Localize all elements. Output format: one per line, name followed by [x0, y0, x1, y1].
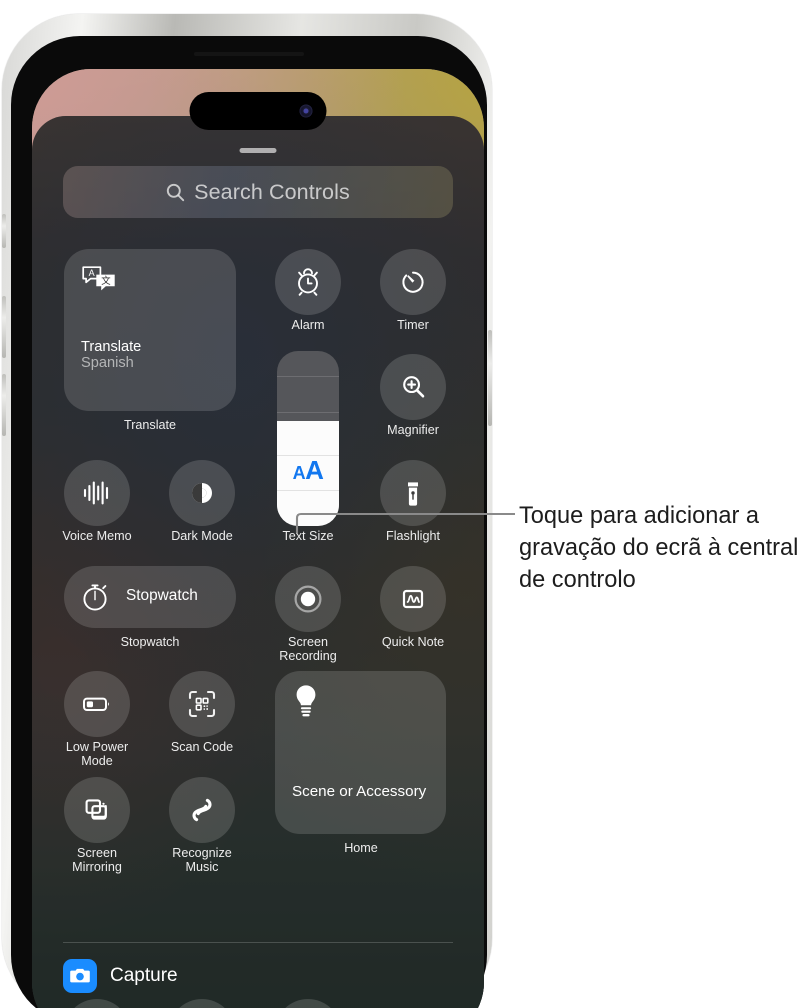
shazam-icon [186, 794, 218, 826]
callout-text: Toque para adicionar a gravação do ecrã … [519, 503, 799, 593]
screen-recording-label-line1: Screen [288, 635, 328, 649]
front-camera-icon [299, 104, 313, 118]
earpiece-speaker [194, 52, 304, 56]
svg-text:A: A [89, 268, 95, 278]
voice-memo-control[interactable] [64, 460, 130, 526]
home-widget[interactable]: Scene or Accessory [275, 671, 446, 834]
power-button[interactable] [488, 330, 492, 426]
dark-mode-label: Dark Mode [171, 529, 233, 543]
alarm-control[interactable] [275, 249, 341, 315]
translate-widget-caption: Translate [123, 418, 177, 432]
low-power-mode-label-line2: Mode [81, 754, 113, 769]
timer-label: Timer [397, 318, 429, 332]
screen-mirroring-icon [82, 795, 112, 825]
magnifier-control[interactable] [380, 354, 446, 420]
camera-app-icon [63, 959, 97, 993]
home-widget-title: Scene or Accessory [292, 783, 427, 800]
low-power-mode-label-line1: Low Power [65, 740, 129, 754]
translate-bubbles-icon: A 文 [81, 264, 117, 294]
circle-half-filled-icon [187, 478, 217, 508]
text-size-glyphs: AA [277, 455, 339, 486]
screen-mirroring-label: Screen Mirroring [72, 846, 122, 875]
screen-recording-label-line2: Recording [279, 649, 337, 664]
recognize-music-label-line1: Recognize [172, 846, 232, 860]
home-widget-caption: Home [344, 841, 378, 855]
voice-memo-label: Voice Memo [62, 529, 132, 543]
alarm-label: Alarm [291, 318, 325, 332]
dark-mode-control[interactable] [169, 460, 235, 526]
text-size-glyph-large: A [305, 455, 324, 485]
battery-low-icon [81, 694, 113, 714]
record-dot-icon [291, 582, 325, 616]
stopwatch-widget-title: Stopwatch [126, 587, 198, 604]
stopwatch-icon [78, 580, 112, 614]
lightbulb-icon [292, 682, 320, 722]
quick-note-label: Quick Note [381, 635, 445, 649]
stopwatch-widget[interactable]: Stopwatch [64, 566, 236, 628]
translate-widget-title: Translate [81, 339, 142, 355]
quick-note-icon [398, 584, 428, 614]
alarm-clock-icon [293, 267, 323, 297]
translate-widget[interactable]: A 文 Translate Spanish [64, 249, 236, 411]
scan-code-label: Scan Code [170, 740, 234, 754]
silent-switch[interactable] [2, 214, 6, 248]
volume-down-button[interactable] [2, 374, 6, 436]
stopwatch-widget-caption: Stopwatch [120, 635, 180, 649]
quick-note-control[interactable] [380, 566, 446, 632]
screen-mirroring-label-line2: Mirroring [72, 860, 122, 875]
screen-mirroring-control[interactable] [64, 777, 130, 843]
qr-scan-icon [186, 688, 218, 720]
text-size-glyph-small: A [292, 463, 306, 483]
dynamic-island [189, 92, 327, 130]
volume-up-button[interactable] [2, 296, 6, 358]
screenshot-root: Search Controls A 文 Translate Spanish Tr… [0, 0, 811, 1008]
recognize-music-control[interactable] [169, 777, 235, 843]
capture-section-header[interactable]: Capture [63, 959, 178, 993]
recognize-music-label-line2: Music [185, 860, 219, 875]
translate-widget-subtitle: Spanish [81, 355, 134, 371]
low-power-mode-control[interactable] [64, 671, 130, 737]
svg-text:文: 文 [101, 275, 111, 287]
scan-code-control[interactable] [169, 671, 235, 737]
waveform-icon [81, 479, 113, 507]
magnifier-plus-icon [398, 372, 428, 402]
screen-recording-label: Screen Recording [279, 635, 336, 664]
text-size-slider[interactable]: AA [277, 351, 339, 526]
recognize-music-label: Recognize Music [172, 846, 232, 875]
timer-icon [398, 267, 428, 297]
flashlight-icon [400, 478, 426, 508]
screen-mirroring-label-line1: Screen [77, 846, 117, 860]
capture-label: Capture [110, 965, 178, 986]
screen-recording-control[interactable] [275, 566, 341, 632]
timer-control[interactable] [380, 249, 446, 315]
low-power-mode-label: Low Power Mode [66, 740, 128, 769]
magnifier-label: Magnifier [387, 423, 439, 437]
callout-leader-line [295, 512, 515, 533]
section-divider [63, 942, 453, 943]
